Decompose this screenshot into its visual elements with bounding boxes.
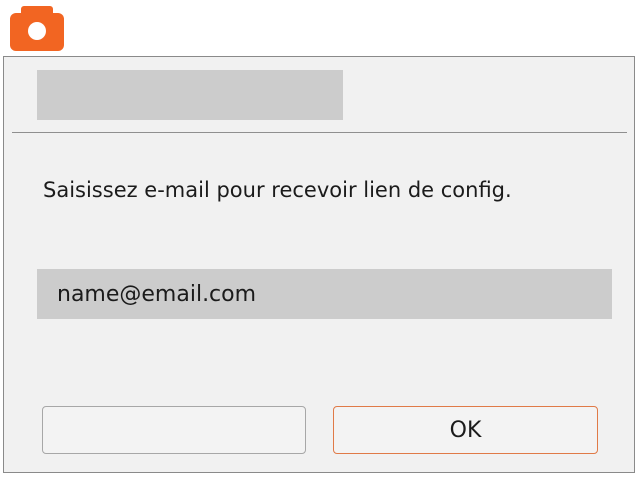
camera-icon — [10, 3, 64, 51]
email-input[interactable] — [37, 269, 612, 319]
setup-dialog: Saisissez e-mail pour recevoir lien de c… — [3, 56, 635, 473]
secondary-button[interactable] — [42, 406, 306, 454]
dialog-message: Saisissez e-mail pour recevoir lien de c… — [43, 178, 512, 202]
ok-button[interactable]: OK — [333, 406, 598, 454]
dialog-title — [37, 70, 343, 120]
title-divider — [12, 132, 627, 133]
